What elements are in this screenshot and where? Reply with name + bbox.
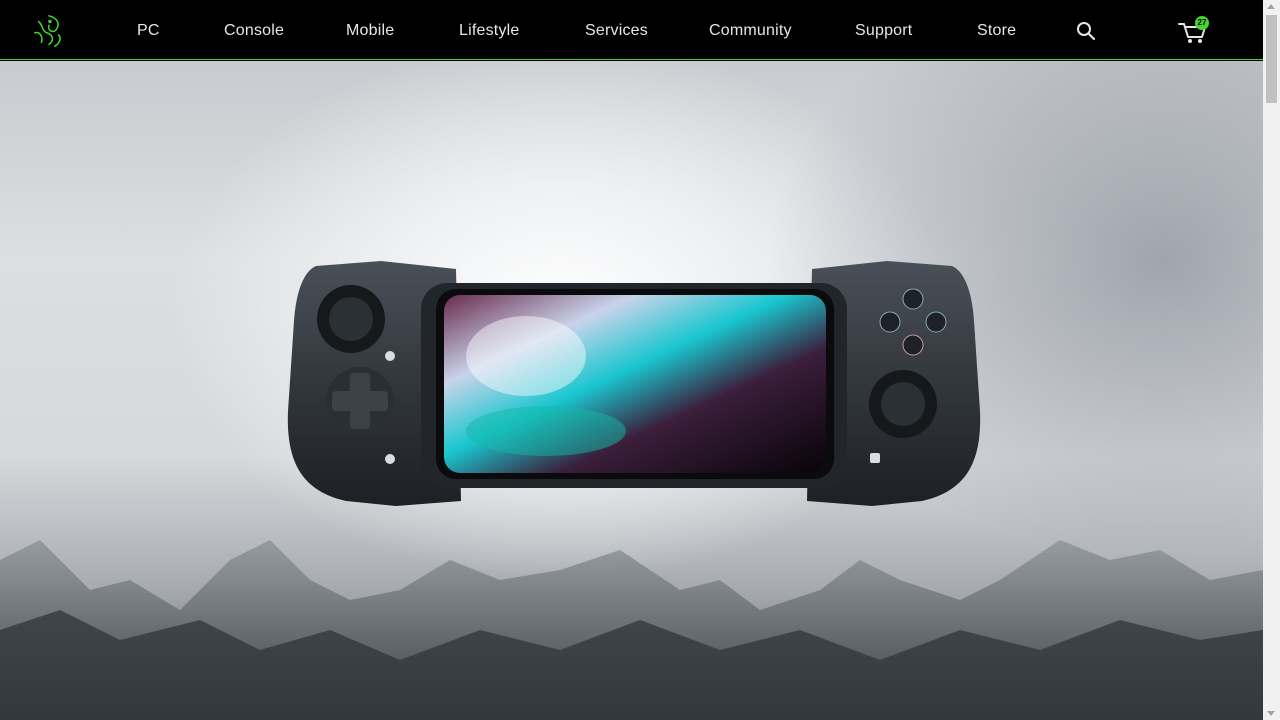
cart-count-badge: 27 <box>1195 16 1209 30</box>
search-icon[interactable] <box>1076 21 1096 41</box>
scroll-up-arrow-icon[interactable] <box>1267 4 1275 9</box>
razer-logo-icon[interactable] <box>30 12 68 50</box>
kishi-controller-image <box>287 261 981 506</box>
nav-item-support[interactable]: Support <box>855 0 912 60</box>
scroll-down-arrow-icon[interactable] <box>1267 711 1275 716</box>
nav-item-services[interactable]: Services <box>585 0 648 60</box>
top-navigation: PC Console Mobile Lifestyle Services Com… <box>0 0 1263 60</box>
nav-item-mobile[interactable]: Mobile <box>346 0 394 60</box>
page-scrollbar[interactable] <box>1263 0 1280 720</box>
nav-item-lifestyle[interactable]: Lifestyle <box>459 0 520 60</box>
nav-item-store[interactable]: Store <box>977 0 1016 60</box>
scroll-thumb[interactable] <box>1266 15 1277 103</box>
nav-item-pc[interactable]: PC <box>137 0 160 60</box>
mountains-background <box>0 540 1263 720</box>
nav-item-community[interactable]: Community <box>709 0 792 60</box>
nav-item-console[interactable]: Console <box>224 0 284 60</box>
hero-banner[interactable] <box>0 61 1263 720</box>
